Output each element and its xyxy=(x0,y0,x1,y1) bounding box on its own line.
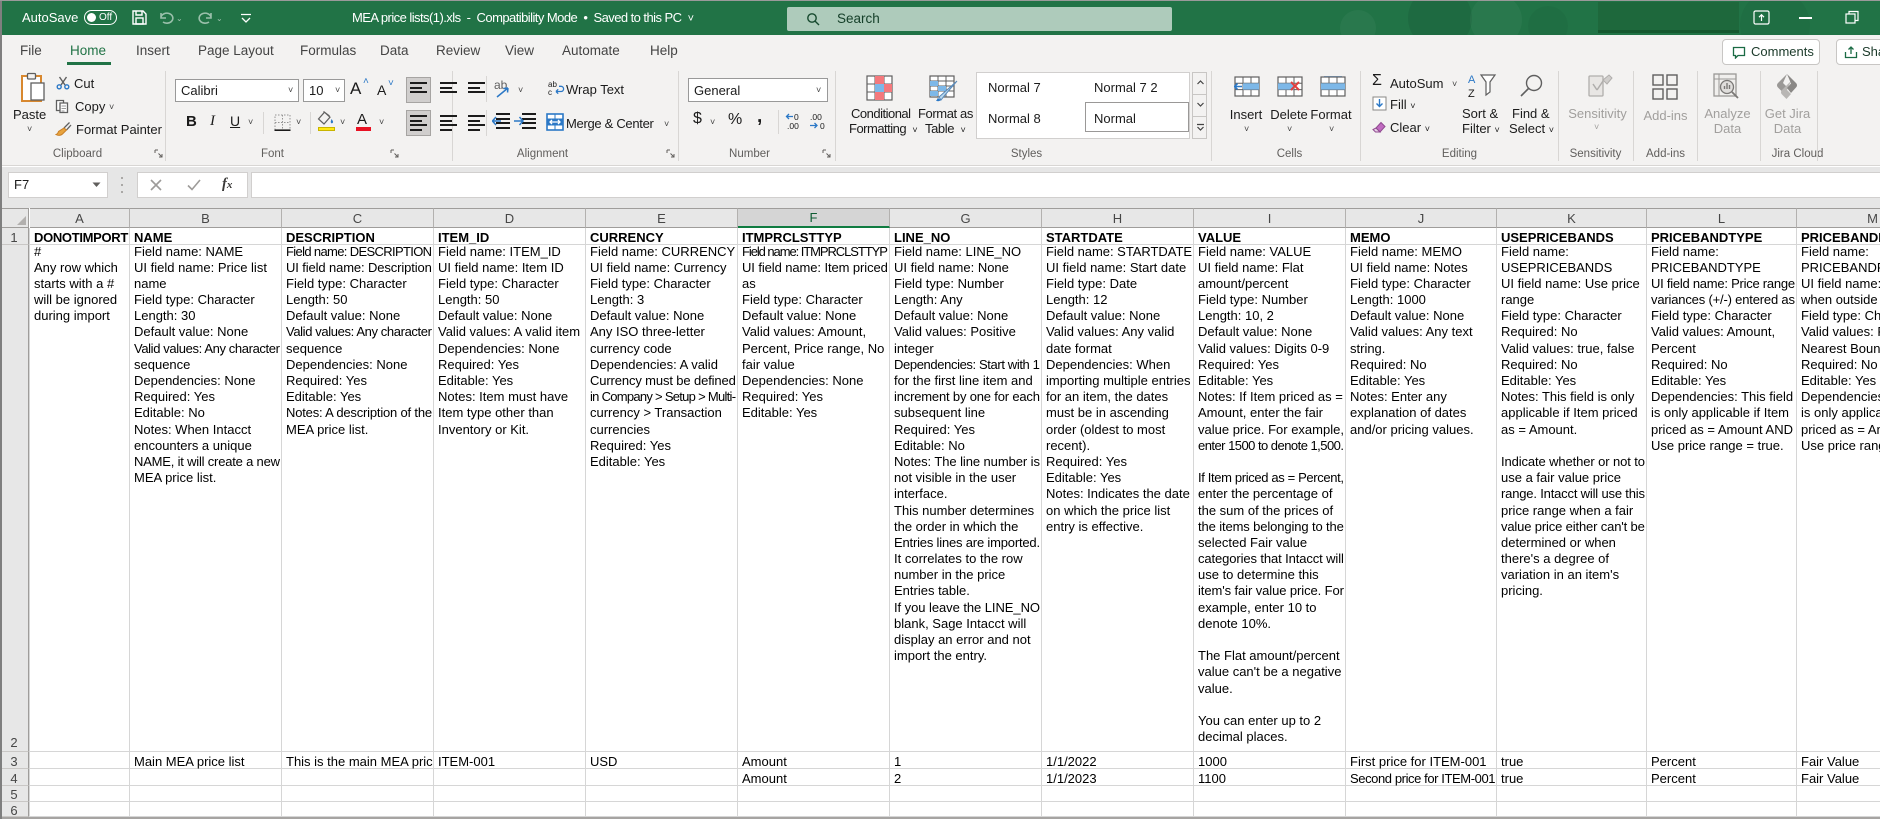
svg-text:Z: Z xyxy=(1468,88,1475,100)
svg-text:.00: .00 xyxy=(787,121,799,130)
svg-text:0: 0 xyxy=(820,121,825,130)
svg-text:A: A xyxy=(1468,74,1476,86)
svg-text:c: c xyxy=(548,88,552,96)
